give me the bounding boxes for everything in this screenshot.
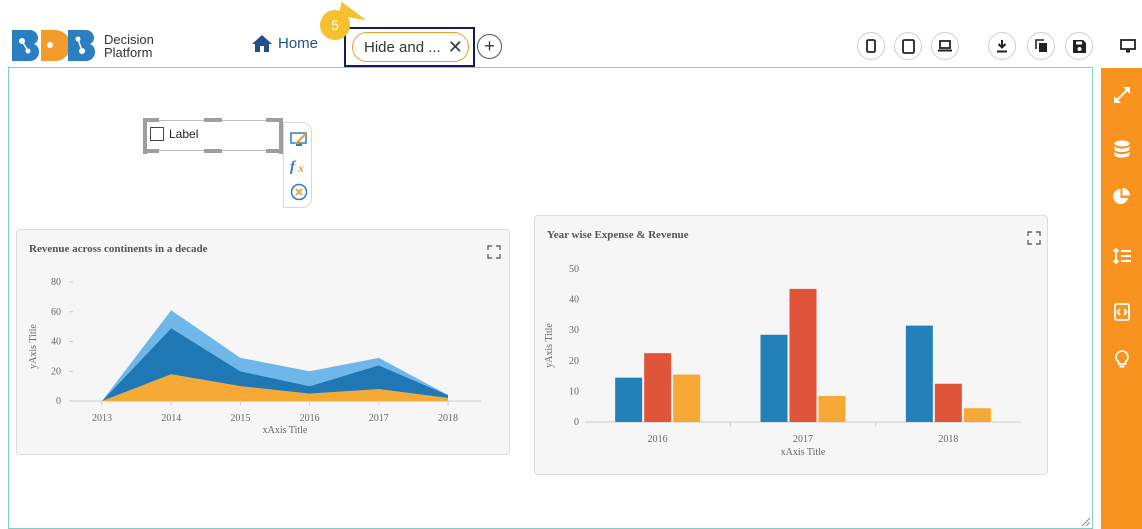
bar-2017-series-2: [818, 395, 846, 422]
y-tick-label: 30: [569, 325, 579, 336]
x-tick-label: 2015: [230, 413, 250, 424]
tab-label: Hide and ...: [364, 38, 441, 56]
y-axis-title: yAxis Title: [544, 323, 555, 368]
label-text: Label: [169, 127, 199, 141]
bar-2018-series-0: [905, 325, 933, 422]
mobile-icon: [866, 39, 876, 53]
monitor-icon: [1120, 39, 1136, 53]
right-sidebar: [1101, 68, 1142, 529]
script-editor-button[interactable]: [1101, 297, 1142, 327]
area-chart: 0 20 40 60 80 2013 2014 2015 2016 2017 2018 xAxis T…: [28, 277, 481, 436]
home-link[interactable]: Home: [252, 35, 318, 52]
widget-toolbar: f x: [283, 122, 312, 208]
edit-monitor-icon: [289, 132, 307, 146]
function-fx-icon: f x: [290, 159, 304, 175]
script-button[interactable]: f x: [284, 154, 313, 178]
resize-handle[interactable]: [143, 149, 159, 153]
pie-chart-icon: [1113, 187, 1130, 204]
edit-properties-button[interactable]: [284, 127, 313, 151]
y-tick-label: 80: [51, 277, 61, 288]
bar-2018-series-1: [934, 383, 962, 422]
app-window: Decision Platform Home Hide and ... ✕ 5 …: [0, 0, 1142, 529]
x-tick-label: 2016: [648, 434, 668, 445]
x-tick-label: 2017: [369, 413, 389, 424]
bdb-logo-mark-icon: [10, 27, 98, 65]
logo-line-2: Platform: [104, 45, 153, 60]
bar-2017-series-0: [760, 334, 788, 422]
bar-2017-series-1: [789, 288, 817, 422]
preview-button[interactable]: [1114, 32, 1142, 60]
download-icon: [997, 39, 1007, 52]
y-axis-title: yAxis Title: [28, 324, 39, 369]
remove-widget-button[interactable]: [284, 180, 313, 204]
y-tick-label: 40: [51, 337, 61, 348]
fullscreen-button[interactable]: [1101, 80, 1142, 110]
tips-button[interactable]: [1101, 344, 1142, 374]
label-widget[interactable]: Label: [143, 118, 283, 154]
add-tab-button[interactable]: +: [477, 34, 502, 59]
save-button[interactable]: [1065, 32, 1093, 60]
y-tick-label: 0: [56, 396, 61, 407]
data-connector-button[interactable]: [1101, 134, 1142, 164]
download-button[interactable]: [988, 32, 1016, 60]
tablet-view-button[interactable]: [894, 32, 922, 60]
x-tick-label: 2013: [92, 413, 112, 424]
expand-arrows-icon: [1113, 87, 1130, 103]
laptop-icon: [938, 40, 952, 52]
bar-2016-series-0: [615, 377, 643, 422]
mobile-view-button[interactable]: [857, 32, 885, 60]
bdb-logo[interactable]: Decision Platform: [10, 27, 154, 65]
resize-grip-icon[interactable]: [1080, 516, 1090, 526]
copy-button[interactable]: [1027, 32, 1055, 60]
x-tick-label: 2018: [438, 413, 458, 424]
x-tick-label: 2018: [938, 434, 958, 445]
x-tick-label: 2017: [793, 434, 813, 445]
resize-handle[interactable]: [204, 149, 222, 153]
y-tick-label: 50: [569, 264, 579, 275]
bar-2016-series-1: [644, 353, 672, 422]
laptop-view-button[interactable]: [931, 32, 959, 60]
y-tick-label: 40: [569, 295, 579, 306]
code-brackets-icon: [1113, 303, 1130, 321]
home-icon: [252, 35, 272, 52]
close-tab-icon[interactable]: ✕: [448, 37, 463, 58]
home-label: Home: [278, 35, 319, 52]
x-axis-title: xAxis Title: [263, 425, 308, 436]
svg-text:x: x: [297, 161, 304, 175]
bar-chart-card[interactable]: Year wise Expense & Revenue 0 10 20 30 40 50 2…: [534, 215, 1048, 475]
close-circle-icon: [290, 183, 307, 201]
svg-text:f: f: [290, 159, 297, 175]
top-bar: Decision Platform Home Hide and ... ✕ 5 …: [0, 0, 1142, 68]
y-tick-label: 20: [51, 366, 61, 377]
bar-2018-series-2: [963, 408, 991, 422]
label-checkbox[interactable]: [150, 127, 164, 141]
logo-text: Decision Platform: [104, 33, 154, 59]
database-icon: [1114, 140, 1129, 158]
tablet-icon: [901, 38, 915, 54]
list-sort-icon: [1112, 248, 1131, 264]
step-badge: 5: [320, 10, 350, 40]
tab-hide-and[interactable]: Hide and ... ✕: [352, 32, 469, 62]
y-tick-label: 20: [569, 356, 579, 367]
lightbulb-icon: [1114, 350, 1129, 368]
bar-2016-series-2: [673, 374, 701, 422]
layout-list-button[interactable]: [1101, 241, 1142, 271]
y-tick-label: 60: [51, 307, 61, 318]
copy-icon: [1034, 39, 1047, 52]
save-icon: [1072, 39, 1086, 53]
x-tick-label: 2014: [161, 413, 181, 424]
charts-button[interactable]: [1101, 181, 1142, 211]
resize-handle[interactable]: [266, 149, 282, 153]
y-tick-label: 10: [569, 386, 579, 397]
area-chart-card[interactable]: Revenue across continents in a decade 02…: [16, 229, 510, 455]
y-tick-label: 0: [574, 417, 579, 428]
x-tick-label: 2016: [300, 413, 320, 424]
x-axis-title: xAxis Title: [781, 447, 826, 458]
resize-handle[interactable]: [204, 118, 222, 122]
bar-chart: 0 10 20 30 40 50 2016 2017 2018 xAxis Title yAxis …: [544, 264, 1021, 458]
